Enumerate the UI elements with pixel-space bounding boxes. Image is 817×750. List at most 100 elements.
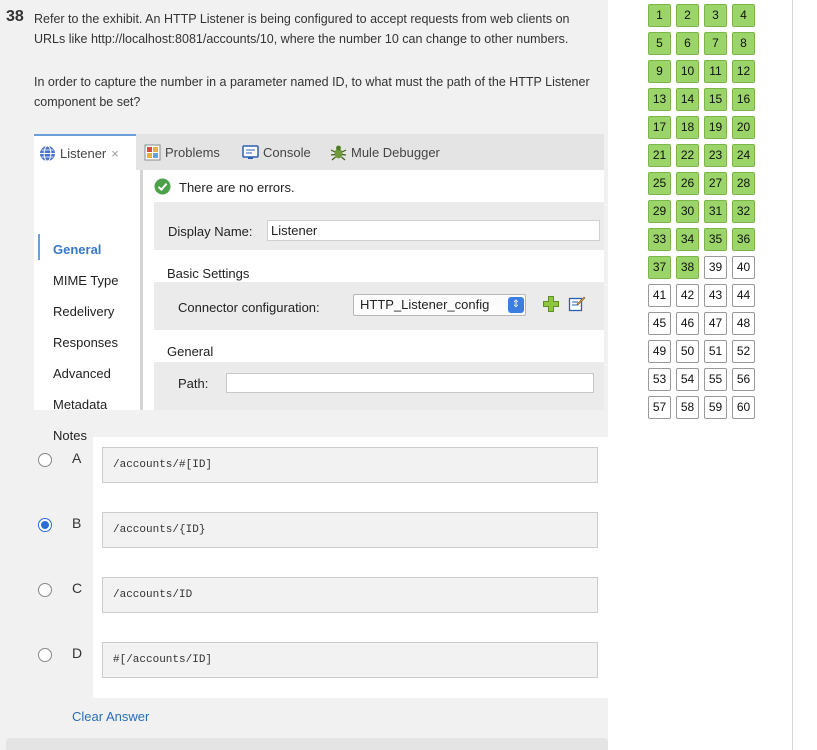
- question-nav-cell[interactable]: 43: [704, 284, 727, 307]
- question-nav-cell[interactable]: 15: [704, 88, 727, 111]
- question-nav-cell[interactable]: 1: [648, 4, 671, 27]
- question-nav-cell[interactable]: 13: [648, 88, 671, 111]
- question-nav-cell[interactable]: 55: [704, 368, 727, 391]
- sidebar-item-metadata[interactable]: Metadata: [53, 397, 107, 412]
- sidebar-item-responses[interactable]: Responses: [53, 335, 118, 350]
- tab-listener[interactable]: Listener ×: [34, 134, 136, 170]
- question-nav-cell[interactable]: 42: [676, 284, 699, 307]
- question-nav-cell[interactable]: 23: [704, 144, 727, 167]
- question-nav-cell[interactable]: 11: [704, 60, 727, 83]
- question-nav-cell[interactable]: 8: [732, 32, 755, 55]
- question-nav-cell[interactable]: 19: [704, 116, 727, 139]
- sidebar-active-marker: [38, 234, 40, 260]
- question-nav-cell[interactable]: 47: [704, 312, 727, 335]
- sidebar-item-redelivery[interactable]: Redelivery: [53, 304, 114, 319]
- question-nav-cell[interactable]: 24: [732, 144, 755, 167]
- edit-icon[interactable]: [568, 294, 586, 312]
- question-nav-cell[interactable]: 46: [676, 312, 699, 335]
- question-nav-cell[interactable]: 21: [648, 144, 671, 167]
- connector-configuration-label: Connector configuration:: [178, 300, 320, 315]
- question-nav-cell[interactable]: 38: [676, 256, 699, 279]
- path-field[interactable]: [226, 373, 594, 393]
- question-nav-cell[interactable]: 53: [648, 368, 671, 391]
- answer-option-d[interactable]: D #[/accounts/ID]: [0, 632, 608, 697]
- question-nav-cell[interactable]: 30: [676, 200, 699, 223]
- bug-icon: [330, 144, 347, 161]
- question-nav-cell[interactable]: 58: [676, 396, 699, 419]
- question-nav-cell[interactable]: 27: [704, 172, 727, 195]
- question-nav-cell[interactable]: 41: [648, 284, 671, 307]
- tab-mule-debugger[interactable]: Mule Debugger: [330, 134, 440, 170]
- radio-button-c[interactable]: [38, 583, 52, 597]
- question-nav-cell[interactable]: 50: [676, 340, 699, 363]
- question-nav-cell[interactable]: 54: [676, 368, 699, 391]
- question-nav-cell[interactable]: 35: [704, 228, 727, 251]
- answer-option-c[interactable]: C /accounts/ID: [0, 567, 608, 632]
- question-nav-cell[interactable]: 5: [648, 32, 671, 55]
- option-letter-d: D: [72, 645, 83, 661]
- question-nav-cell[interactable]: 14: [676, 88, 699, 111]
- question-nav-cell[interactable]: 16: [732, 88, 755, 111]
- question-nav-cell[interactable]: 3: [704, 4, 727, 27]
- connector-configuration-select[interactable]: HTTP_Listener_config ⇕: [353, 294, 526, 316]
- question-nav-cell[interactable]: 52: [732, 340, 755, 363]
- question-nav-cell[interactable]: 56: [732, 368, 755, 391]
- close-icon[interactable]: ×: [111, 146, 119, 161]
- question-nav-cell[interactable]: 59: [704, 396, 727, 419]
- display-name-label: Display Name:: [168, 224, 253, 239]
- radio-button-a[interactable]: [38, 453, 52, 467]
- question-nav-cell[interactable]: 31: [704, 200, 727, 223]
- question-nav-cell[interactable]: 45: [648, 312, 671, 335]
- question-nav-cell[interactable]: 7: [704, 32, 727, 55]
- answer-option-b[interactable]: B /accounts/{ID}: [0, 502, 608, 567]
- option-code-c: /accounts/ID: [102, 577, 598, 613]
- radio-button-d[interactable]: [38, 648, 52, 662]
- tab-console[interactable]: Console: [242, 134, 311, 170]
- properties-sidebar: General MIME Type Redelivery Responses A…: [34, 170, 142, 443]
- question-nav-cell[interactable]: 26: [676, 172, 699, 195]
- question-nav-cell[interactable]: 34: [676, 228, 699, 251]
- question-nav-cell[interactable]: 22: [676, 144, 699, 167]
- question-nav-cell[interactable]: 12: [732, 60, 755, 83]
- scrollbar-track[interactable]: [792, 0, 793, 750]
- radio-button-b-selected[interactable]: [38, 518, 52, 532]
- question-nav-cell[interactable]: 49: [648, 340, 671, 363]
- question-nav-cell[interactable]: 60: [732, 396, 755, 419]
- status-message: There are no errors.: [179, 180, 295, 195]
- question-nav-cell[interactable]: 51: [704, 340, 727, 363]
- question-nav-cell[interactable]: 48: [732, 312, 755, 335]
- option-code-d: #[/accounts/ID]: [102, 642, 598, 678]
- question-text-intro: Refer to the exhibit. An HTTP Listener i…: [34, 12, 570, 46]
- question-nav-cell[interactable]: 28: [732, 172, 755, 195]
- question-nav-cell[interactable]: 37: [648, 256, 671, 279]
- question-nav-cell[interactable]: 18: [676, 116, 699, 139]
- clear-answer-link[interactable]: Clear Answer: [72, 709, 149, 724]
- question-nav-cell[interactable]: 2: [676, 4, 699, 27]
- question-nav-cell[interactable]: 20: [732, 116, 755, 139]
- option-letter-c: C: [72, 580, 83, 596]
- tab-mule-debugger-label: Mule Debugger: [351, 144, 440, 160]
- question-nav-cell[interactable]: 17: [648, 116, 671, 139]
- question-nav-cell[interactable]: 9: [648, 60, 671, 83]
- question-nav-cell[interactable]: 32: [732, 200, 755, 223]
- question-nav-cell[interactable]: 44: [732, 284, 755, 307]
- question-nav-cell[interactable]: 36: [732, 228, 755, 251]
- question-nav-cell[interactable]: 6: [676, 32, 699, 55]
- answer-option-a[interactable]: A /accounts/#[ID]: [0, 437, 608, 502]
- display-name-field[interactable]: Listener: [267, 220, 600, 241]
- question-nav-cell[interactable]: 33: [648, 228, 671, 251]
- sidebar-item-advanced[interactable]: Advanced: [53, 366, 111, 381]
- next-panel-edge: [6, 738, 608, 750]
- tab-problems[interactable]: Problems: [144, 134, 220, 170]
- question-nav-cell[interactable]: 29: [648, 200, 671, 223]
- question-nav-cell[interactable]: 39: [704, 256, 727, 279]
- sidebar-item-general[interactable]: General: [53, 242, 101, 257]
- question-nav-cell[interactable]: 25: [648, 172, 671, 195]
- question-nav-cell[interactable]: 57: [648, 396, 671, 419]
- add-plus-icon[interactable]: [542, 295, 560, 313]
- question-nav-cell[interactable]: 40: [732, 256, 755, 279]
- sidebar-item-mime-type[interactable]: MIME Type: [53, 273, 119, 288]
- question-nav-cell[interactable]: 4: [732, 4, 755, 27]
- question-nav-cell[interactable]: 10: [676, 60, 699, 83]
- option-letter-b: B: [72, 515, 82, 531]
